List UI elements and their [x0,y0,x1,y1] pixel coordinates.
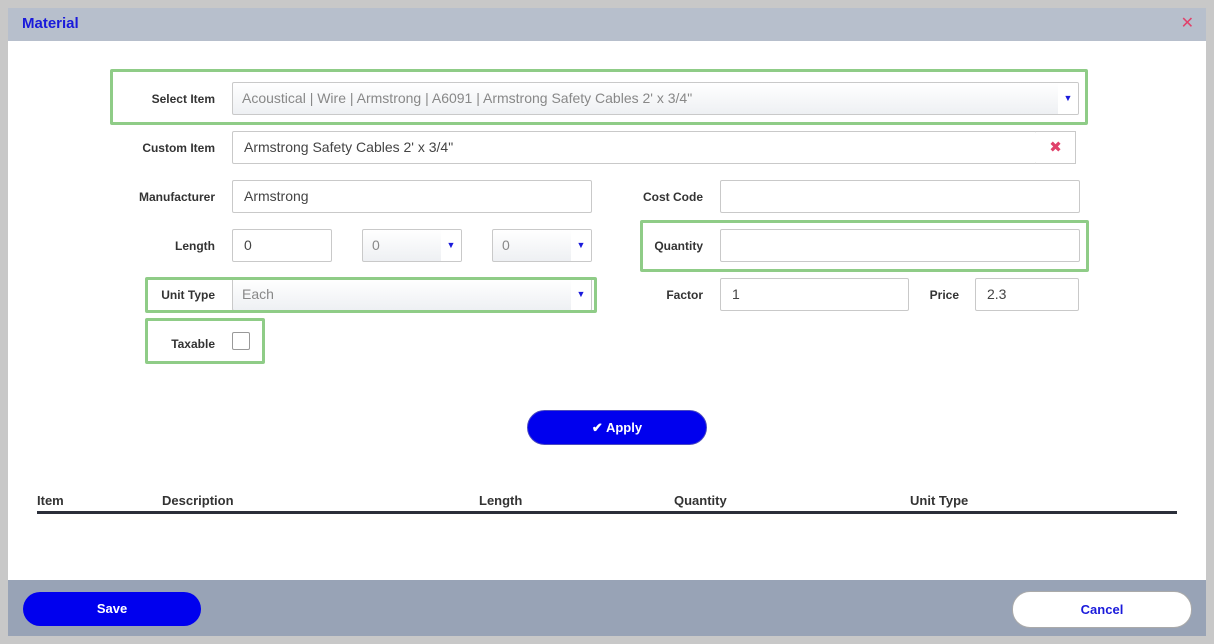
chevron-down-icon: ▼ [441,230,461,261]
unit-type-value: Each [242,286,274,302]
length-select-1-value: 0 [372,237,380,253]
clear-icon: ✖ [1049,139,1062,156]
taxable-label: Taxable [171,337,215,351]
dialog-header: Material ✕ [8,8,1206,41]
cancel-button[interactable]: Cancel [1012,591,1192,628]
apply-label: Apply [605,420,643,435]
quantity-label: Quantity [654,239,703,253]
column-header-quantity: Quantity [674,493,727,508]
length-input[interactable]: 0 [232,229,332,262]
length-select-2-value: 0 [502,237,510,253]
select-item-dropdown[interactable]: Acoustical | Wire | Armstrong | A6091 | … [232,82,1079,115]
length-unit-select-1[interactable]: 0 ▼ [362,229,462,262]
unit-type-label: Unit Type [161,288,215,302]
close-icon[interactable]: ✕ [1181,14,1194,34]
unit-type-select[interactable]: Each ▼ [232,278,592,311]
price-input[interactable]: 2.3 [975,278,1079,311]
save-button[interactable]: Save [23,592,201,626]
table-header-divider [37,511,1177,514]
factor-label: Factor [666,288,703,302]
dialog-footer: Save Cancel [8,580,1206,636]
column-header-unit-type: Unit Type [910,493,969,508]
chevron-down-icon: ▼ [1058,83,1078,114]
manufacturer-input[interactable]: Armstrong [232,180,592,213]
length-label: Length [175,239,215,253]
cost-code-label: Cost Code [643,190,703,204]
clear-custom-item-button[interactable]: ✖ [1036,131,1076,164]
price-label: Price [929,288,959,302]
manufacturer-label: Manufacturer [138,190,215,204]
factor-input[interactable]: 1 [720,278,909,311]
taxable-checkbox[interactable] [232,332,250,350]
chevron-down-icon: ▼ [571,230,591,261]
quantity-input[interactable] [720,229,1080,262]
length-unit-select-2[interactable]: 0 ▼ [492,229,592,262]
material-dialog: Material ✕ Select Item Acoustical | Wire… [8,8,1206,636]
chevron-down-icon: ▼ [571,279,591,310]
custom-item-input[interactable]: Armstrong Safety Cables 2' x 3/4" [232,131,1037,164]
select-item-value: Acoustical | Wire | Armstrong | A6091 | … [242,90,693,106]
select-item-label: Select Item [151,92,215,106]
custom-item-label: Custom Item [142,141,215,155]
column-header-item: Item [37,493,64,508]
column-header-description: Description [162,493,234,508]
column-header-length: Length [479,493,523,508]
cost-code-input[interactable] [720,180,1080,213]
dialog-title: Material [22,15,79,32]
check-icon: ✔ [591,420,603,435]
apply-button[interactable]: ✔ Apply [527,410,707,445]
